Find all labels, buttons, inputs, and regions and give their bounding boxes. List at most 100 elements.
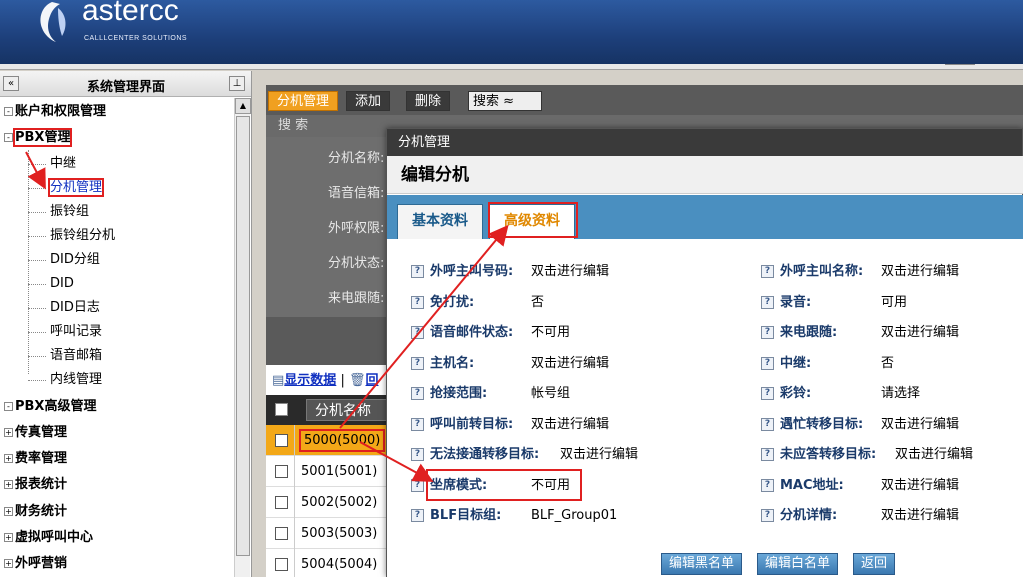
help-icon[interactable]: ? xyxy=(411,357,424,370)
tree-node-rates[interactable]: + 费率管理 xyxy=(4,449,67,469)
expand-icon[interactable]: + xyxy=(4,428,13,437)
expand-icon[interactable]: + xyxy=(4,480,13,489)
search-label-voicemail: 语音信箱: xyxy=(328,186,385,201)
data-tools: ▤显示数据 | 🗑回 xyxy=(272,373,379,388)
tree-item-did[interactable]: DID xyxy=(28,274,74,294)
tree-item-extensions[interactable]: 分机管理 xyxy=(27,178,105,198)
help-icon[interactable]: ? xyxy=(411,418,424,431)
field-value[interactable]: 双击进行编辑 xyxy=(531,354,609,374)
field-value[interactable]: 双击进行编辑 xyxy=(881,262,959,282)
logo-text: astercc xyxy=(82,0,179,27)
delete-button[interactable]: 删除 xyxy=(406,91,451,111)
field-noanswer-target: ? 未应答转移目标: 双击进行编辑 xyxy=(761,445,973,465)
row-cell-ext[interactable]: 5004(5004) xyxy=(294,549,394,577)
collapse-icon[interactable]: - xyxy=(4,107,13,116)
field-value[interactable]: 帐号组 xyxy=(531,384,570,404)
tree-item-call-records[interactable]: 呼叫记录 xyxy=(27,322,102,342)
help-icon[interactable]: ? xyxy=(761,357,774,370)
tree-node-pbx-advanced[interactable]: - PBX高级管理 xyxy=(4,397,96,417)
tree-item-trunk[interactable]: 中继 xyxy=(27,154,76,174)
search-toggle-button[interactable]: 搜索 ≈ xyxy=(468,91,542,111)
tree-item-did-log[interactable]: DID日志 xyxy=(28,298,100,318)
tree-node-virtual-cc[interactable]: + 虚拟呼叫中心 xyxy=(4,528,93,548)
tree-node-pbx[interactable]: - PBX管理 xyxy=(4,128,73,148)
row-cell-ext[interactable]: 5001(5001) xyxy=(294,456,394,487)
help-icon[interactable]: ? xyxy=(761,265,774,278)
edit-blacklist-button[interactable]: 编辑黑名单 xyxy=(661,553,743,575)
expand-icon[interactable]: + xyxy=(4,559,13,568)
tree-item-ringgroup-ext[interactable]: 振铃组分机 xyxy=(27,226,115,246)
tree-node-reports[interactable]: + 报表统计 xyxy=(4,475,67,495)
field-value[interactable]: 请选择 xyxy=(881,384,920,404)
scroll-up-icon[interactable]: ▲ xyxy=(235,98,251,114)
row-checkbox[interactable] xyxy=(275,558,288,571)
collapse-sidebar-button[interactable]: « xyxy=(3,76,19,91)
expand-icon[interactable]: + xyxy=(4,533,13,542)
help-icon[interactable]: ? xyxy=(761,296,774,309)
row-checkbox[interactable] xyxy=(275,434,288,447)
tree-item-did-group[interactable]: DID分组 xyxy=(28,250,100,270)
help-icon[interactable]: ? xyxy=(761,387,774,400)
help-icon[interactable]: ? xyxy=(411,296,424,309)
row-checkbox[interactable] xyxy=(275,465,288,478)
select-all-checkbox[interactable] xyxy=(275,403,288,416)
row-cell-ext[interactable]: 5000(5000) xyxy=(294,425,394,456)
sidebar-scrollbar[interactable]: ▲ xyxy=(234,98,251,577)
pin-sidebar-button[interactable]: ⊥ xyxy=(229,76,245,91)
field-value[interactable]: 否 xyxy=(881,354,894,374)
tree-item-ringgroup[interactable]: 振铃组 xyxy=(27,202,89,222)
logo-subtitle: CALLLCENTER SOLUTIONS xyxy=(84,35,188,42)
field-value[interactable]: BLF_Group01 xyxy=(531,506,617,526)
second-tool-link[interactable]: 回 xyxy=(366,373,379,388)
help-icon[interactable]: ? xyxy=(411,479,424,492)
edit-whitelist-button[interactable]: 编辑白名单 xyxy=(757,553,839,575)
tree-item-internal[interactable]: 内线管理 xyxy=(27,370,102,390)
collapse-icon[interactable]: - xyxy=(4,402,13,411)
field-value[interactable]: 双击进行编辑 xyxy=(560,445,638,465)
row-checkbox[interactable] xyxy=(275,527,288,540)
help-icon[interactable]: ? xyxy=(761,326,774,339)
field-value[interactable]: 可用 xyxy=(881,293,907,313)
field-value[interactable]: 双击进行编辑 xyxy=(895,445,973,465)
row-cell-ext[interactable]: 5003(5003) xyxy=(294,518,394,549)
expand-icon[interactable]: + xyxy=(4,507,13,516)
trash-icon: 🗑 xyxy=(348,373,366,388)
tab-basic-info[interactable]: 基本资料 xyxy=(397,204,483,239)
field-value[interactable]: 否 xyxy=(531,293,544,313)
add-button[interactable]: 添加 xyxy=(346,91,391,111)
tree-node-finance[interactable]: + 财务统计 xyxy=(4,502,67,522)
help-icon[interactable]: ? xyxy=(411,265,424,278)
help-icon[interactable]: ? xyxy=(411,448,424,461)
help-icon[interactable]: ? xyxy=(411,387,424,400)
tab-extension-mgmt[interactable]: 分机管理 xyxy=(268,91,339,111)
column-header-ext-name[interactable]: 分机名称 xyxy=(306,399,396,421)
help-icon[interactable]: ? xyxy=(761,418,774,431)
help-icon[interactable]: ? xyxy=(411,509,424,522)
show-data-link[interactable]: 显示数据 xyxy=(284,373,336,388)
field-value[interactable]: 双击进行编辑 xyxy=(531,415,609,435)
field-value[interactable]: 双击进行编辑 xyxy=(881,506,959,526)
back-button[interactable]: 返回 xyxy=(853,553,896,575)
field-value[interactable]: 双击进行编辑 xyxy=(881,323,959,343)
expand-icon[interactable]: + xyxy=(4,454,13,463)
field-value[interactable]: 双击进行编辑 xyxy=(531,262,609,282)
help-icon[interactable]: ? xyxy=(761,509,774,522)
tab-advanced-info[interactable]: 高级资料 xyxy=(489,204,575,239)
tree-item-voicemail[interactable]: 语音邮箱 xyxy=(27,346,102,366)
help-icon[interactable]: ? xyxy=(411,326,424,339)
collapse-icon[interactable]: - xyxy=(4,133,13,142)
field-value[interactable]: 不可用 xyxy=(531,323,570,343)
field-value[interactable]: 双击进行编辑 xyxy=(881,476,959,496)
field-value[interactable]: 不可用 xyxy=(531,476,570,496)
scrollbar-thumb[interactable] xyxy=(236,116,250,556)
edit-extension-dialog: 分机管理 编辑分机 基本资料 高级资料 ? 外呼主叫号码: 双击进行编辑 ? 免打扰:… xyxy=(386,128,1023,577)
field-value[interactable]: 双击进行编辑 xyxy=(881,415,959,435)
row-cell-ext[interactable]: 5002(5002) xyxy=(294,487,394,518)
tree-node-account[interactable]: - 账户和权限管理 xyxy=(4,102,106,122)
help-icon[interactable]: ? xyxy=(761,479,774,492)
tree-node-outbound[interactable]: + 外呼营销 xyxy=(4,554,67,574)
row-checkbox[interactable] xyxy=(275,496,288,509)
help-icon[interactable]: ? xyxy=(761,448,774,461)
field-hostname: ? 主机名: 双击进行编辑 xyxy=(411,354,609,374)
tree-node-fax[interactable]: + 传真管理 xyxy=(4,423,67,443)
